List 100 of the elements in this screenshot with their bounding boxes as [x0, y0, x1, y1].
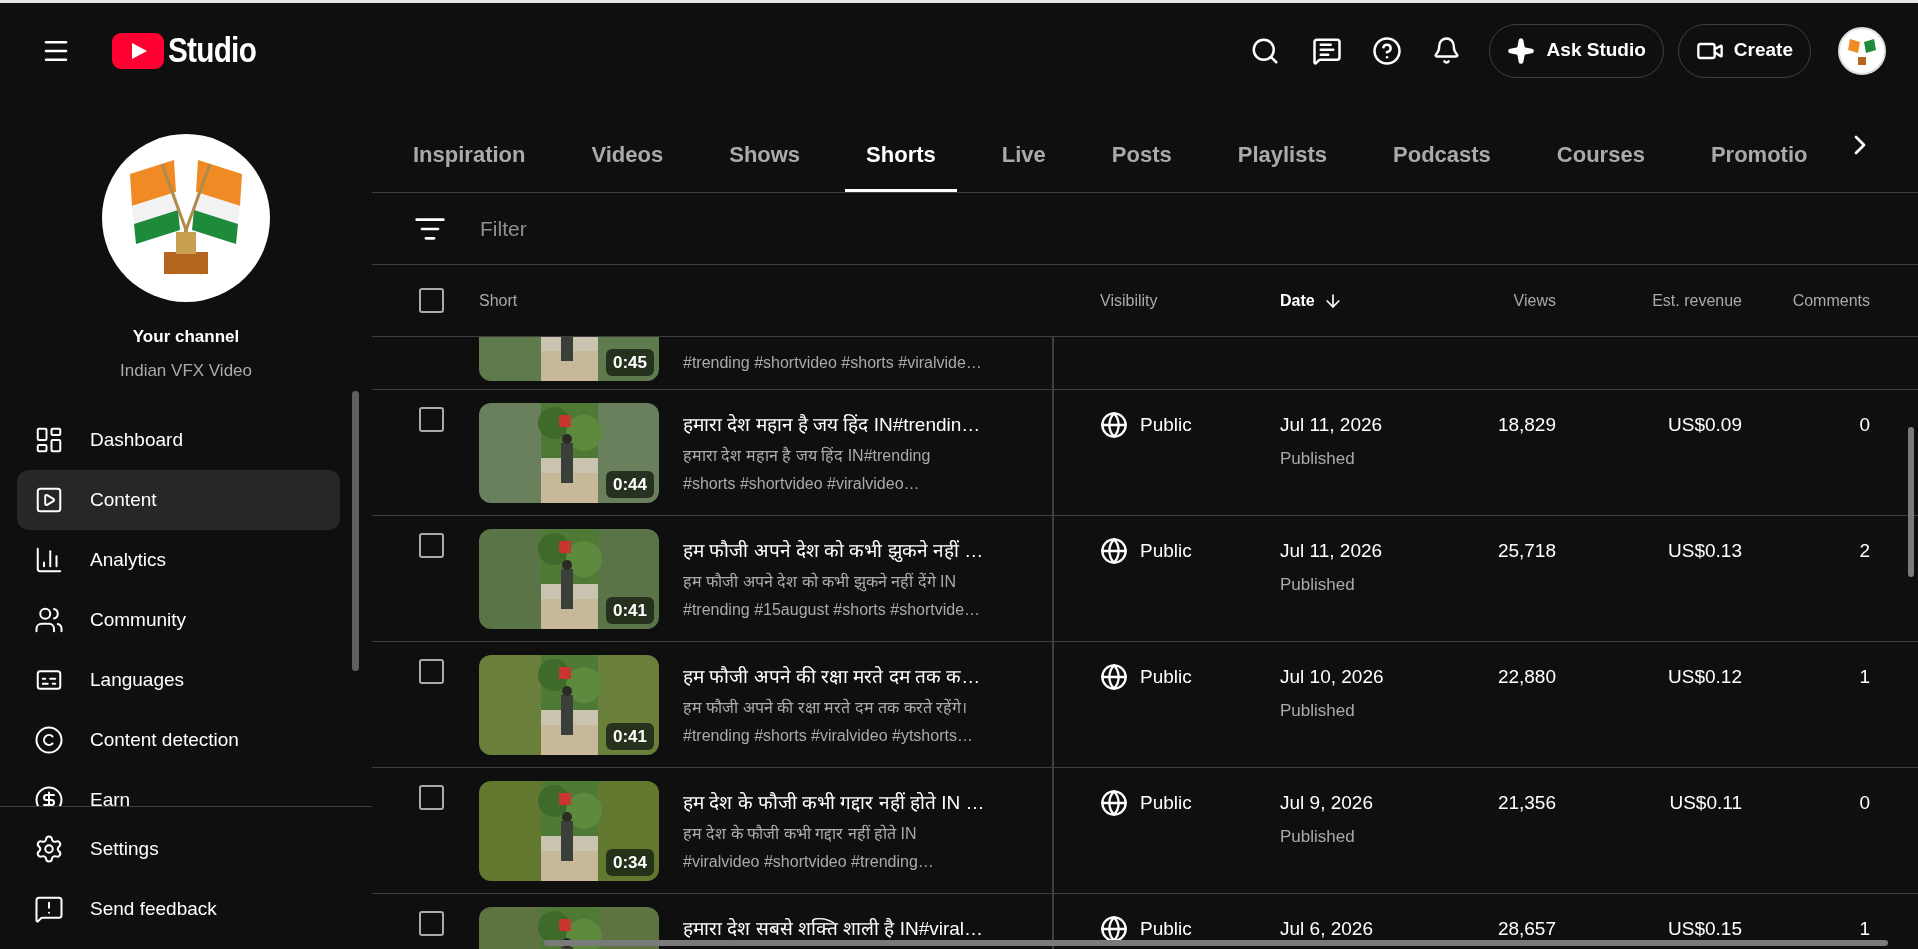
sidebar-label: Content detection [90, 727, 239, 752]
views-cell: 22,880 [1497, 666, 1556, 687]
description-text: #trending #15august #shorts #shortvide… [683, 599, 982, 620]
description-text: #trending #shorts #viralvideo #ytshorts… [683, 725, 974, 746]
description-text: हम फौजी अपने देश को कभी झुकने नहीं देंगे IN [683, 571, 957, 594]
visibility-text: Public [1140, 665, 1192, 689]
column-header[interactable]: Short [479, 288, 518, 313]
status-text: Published [1280, 447, 1356, 470]
revenue-cell: US$0.09 [1668, 414, 1742, 435]
comments-cell: 1 [1859, 666, 1870, 687]
sidebar-label: Community [90, 607, 187, 632]
column-header[interactable]: Date [1280, 288, 1343, 313]
comments-cell: 2 [1859, 540, 1870, 561]
short-title[interactable]: हम फौजी अपने देश को कभी झुकने नहीं … [683, 537, 1023, 566]
tab[interactable]: Inspiration [392, 98, 547, 192]
sidebar-item[interactable]: Languages [17, 650, 340, 710]
sidebar-label: Send feedback [90, 896, 217, 921]
channel-label: Your channel [132, 326, 240, 348]
column-header[interactable]: Est. revenue [1652, 288, 1742, 313]
sidebar-item[interactable]: Community [17, 590, 340, 650]
sidebar-item[interactable]: Dashboard [17, 410, 340, 470]
sidebar-label: Settings [90, 836, 159, 861]
scrollbar[interactable] [544, 940, 1888, 946]
tab[interactable]: Live [980, 98, 1067, 192]
sidebar-item[interactable]: Send feedback [17, 879, 355, 939]
tab[interactable]: Courses [1535, 98, 1666, 192]
description-text: #shorts #shortvideo #viralvideo… [683, 473, 921, 494]
description-text: #trending #shortvideo #shorts #viralvide… [683, 353, 983, 373]
comments-cell: 0 [1859, 792, 1870, 813]
checkbox[interactable] [419, 288, 444, 313]
description-text: हमारा देश महान है जय हिंद IN#trending [683, 445, 932, 466]
visibility-text: Public [1140, 791, 1192, 815]
globe-icon [1100, 789, 1128, 818]
column-header[interactable]: Visibility [1100, 288, 1158, 313]
detection-icon [34, 725, 64, 755]
short-title[interactable]: हमारा देश महान है जय हिंद IN#trendin… [683, 411, 1023, 440]
tab[interactable]: Videos [570, 98, 685, 192]
tab[interactable]: Playlists [1216, 98, 1349, 192]
views-cell: 18,829 [1497, 414, 1556, 435]
scrollbar[interactable] [1908, 427, 1914, 577]
date-text: Jul 10, 2026 [1280, 665, 1385, 689]
sidebar-label: Earn [90, 787, 131, 806]
date-text: Jul 9, 2026 [1280, 791, 1374, 815]
dashboard-icon [34, 425, 64, 455]
column-header[interactable]: Views [1513, 288, 1556, 313]
revenue-cell: US$0.13 [1668, 540, 1742, 561]
checkbox[interactable] [419, 911, 444, 936]
feedback-icon [34, 894, 64, 924]
status-text: Published [1280, 699, 1356, 722]
play-logo-icon [112, 32, 164, 69]
tab[interactable]: Shows [708, 98, 822, 192]
short-title[interactable]: हम देश के फौजी कभी गद्दार नहीं होते IN … [683, 789, 1023, 818]
globe-icon [1100, 411, 1128, 440]
revenue-cell: US$0.12 [1668, 666, 1742, 687]
filter-field[interactable]: Filter [480, 212, 880, 245]
globe-icon [1100, 663, 1128, 692]
scrollbar[interactable] [352, 391, 359, 671]
status-text: Published [1280, 573, 1356, 596]
sidebar-label: Languages [90, 667, 185, 692]
community-icon [34, 605, 64, 635]
description-text: हम फौजी अपने की रक्षा मरते दम तक करते रहेंगे। [683, 697, 968, 718]
short-title[interactable]: हमारा देश सबसे शक्ति शाली है IN#viral… [683, 915, 1023, 944]
sidebar-item[interactable]: Content detection [17, 710, 340, 770]
sidebar-item[interactable]: Settings [17, 819, 355, 879]
comments-cell: 1 [1859, 918, 1870, 939]
tab[interactable]: Posts [1090, 98, 1193, 192]
settings-icon [34, 834, 64, 864]
views-cell: 28,657 [1497, 918, 1556, 939]
sidebar-label: Content [90, 487, 157, 512]
earn-icon [34, 785, 64, 806]
account-avatar[interactable] [1838, 26, 1886, 75]
date-text: Jul 11, 2026 [1280, 539, 1384, 563]
channel-avatar[interactable] [102, 134, 270, 302]
sidebar-item[interactable]: Earn [17, 770, 340, 806]
channel-name: Indian VFX Video [120, 359, 252, 382]
revenue-cell: US$0.15 [1668, 918, 1742, 939]
content-icon [34, 485, 64, 515]
checkbox[interactable] [419, 785, 444, 810]
tab[interactable]: Podcasts [1372, 98, 1512, 192]
comments-cell: 0 [1859, 414, 1870, 435]
column-header[interactable]: Comments [1792, 288, 1870, 313]
sidebar-item[interactable]: Content [17, 470, 340, 530]
revenue-cell: US$0.11 [1669, 792, 1742, 813]
checkbox[interactable] [419, 533, 444, 558]
tab[interactable]: Promotio [1689, 98, 1829, 192]
sparkle-icon [1506, 36, 1535, 65]
description-text: हम देश के फौजी कभी गद्दार नहीं होते IN [683, 823, 918, 844]
analytics-icon [34, 545, 64, 575]
help-icon [1371, 35, 1402, 66]
tab[interactable]: Shorts [845, 98, 957, 192]
sidebar-item[interactable]: Analytics [17, 530, 340, 590]
short-title[interactable]: हम फौजी अपने की रक्षा मरते दम तक क… [683, 663, 1023, 692]
checkbox[interactable] [419, 407, 444, 432]
status-text: Published [1280, 825, 1356, 848]
visibility-text: Public [1140, 413, 1192, 437]
date-text: Jul 11, 2026 [1280, 413, 1384, 437]
checkbox[interactable] [419, 659, 444, 684]
date-text: Jul 6, 2026 [1280, 917, 1374, 941]
views-cell: 25,718 [1497, 540, 1556, 561]
description-text: #viralvideo #shortvideo #trending… [683, 851, 935, 872]
